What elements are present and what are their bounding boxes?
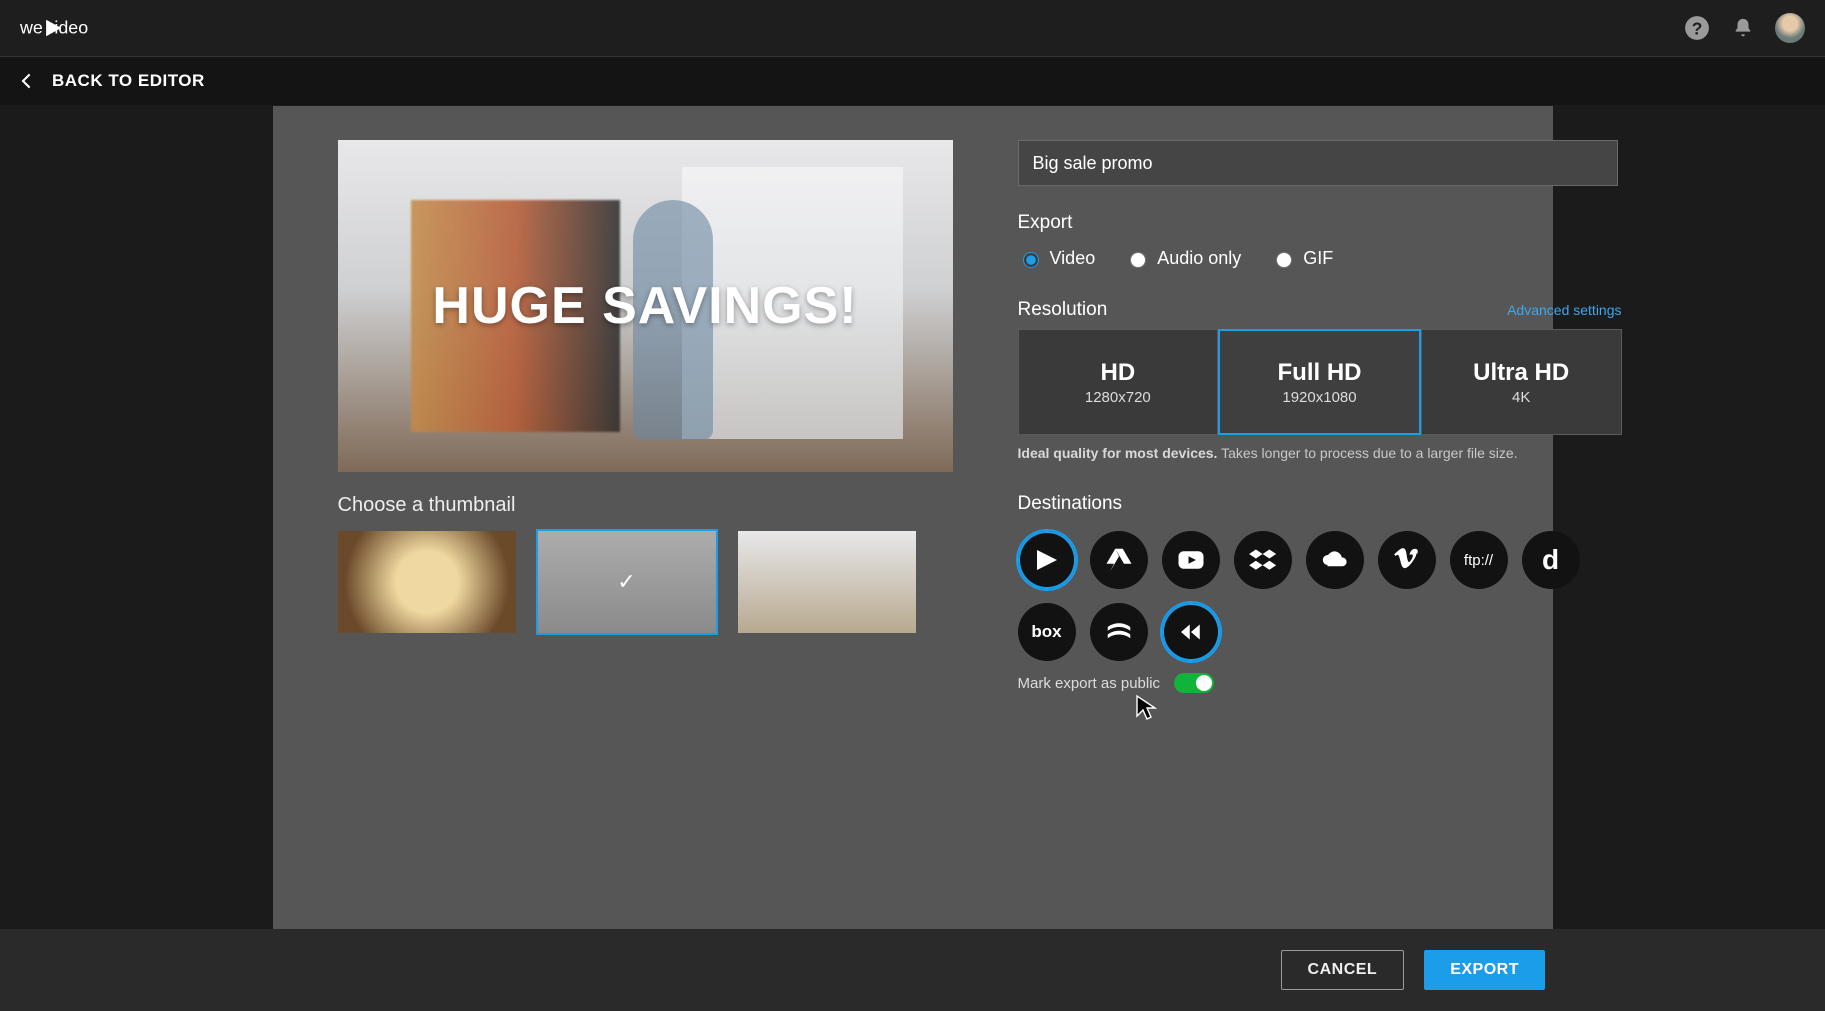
destination-dailymotion[interactable]: d	[1522, 531, 1580, 589]
thumbnail-option[interactable]: ✓	[538, 531, 716, 633]
arrow-left-icon	[18, 71, 38, 91]
thumbnail-list: ✓	[338, 531, 953, 633]
footer-bar: CANCEL EXPORT	[0, 929, 1825, 1011]
export-button[interactable]: EXPORT	[1424, 950, 1545, 990]
notifications-icon[interactable]	[1729, 14, 1757, 42]
video-title-input[interactable]	[1018, 140, 1618, 186]
destination-screencast[interactable]	[1162, 603, 1220, 661]
export-panel: HUGE SAVINGS! Choose a thumbnail ✓ Expor…	[273, 106, 1553, 930]
destination-youtube[interactable]	[1162, 531, 1220, 589]
destination-onedrive[interactable]	[1306, 531, 1364, 589]
destinations-title: Destinations	[1018, 493, 1638, 515]
destination-google-drive[interactable]	[1090, 531, 1148, 589]
export-type-gif[interactable]: GIF	[1271, 248, 1333, 269]
help-icon[interactable]: ?	[1683, 14, 1711, 42]
destinations-list: ftp:// d box	[1018, 531, 1638, 661]
video-preview: HUGE SAVINGS!	[338, 140, 953, 472]
app-header: we ideo ?	[0, 0, 1825, 57]
destination-wevideo[interactable]	[1018, 531, 1076, 589]
advanced-settings-link[interactable]: Advanced settings	[1507, 302, 1621, 318]
radio-input[interactable]	[1276, 252, 1292, 268]
destination-box[interactable]: box	[1018, 603, 1076, 661]
resolution-full-hd[interactable]: Full HD 1920x1080	[1218, 329, 1421, 435]
cancel-button[interactable]: CANCEL	[1281, 950, 1405, 990]
destination-ftp[interactable]: ftp://	[1450, 531, 1508, 589]
header-actions: ?	[1683, 13, 1805, 43]
svg-text:we: we	[20, 18, 43, 38]
export-type-video[interactable]: Video	[1018, 248, 1096, 269]
user-avatar[interactable]	[1775, 13, 1805, 43]
thumbnail-option[interactable]	[738, 531, 916, 633]
app-logo[interactable]: we ideo	[20, 14, 130, 42]
destination-vimeo[interactable]	[1378, 531, 1436, 589]
resolution-note: Ideal quality for most devices. Takes lo…	[1018, 445, 1622, 461]
resolution-title: Resolution	[1018, 299, 1108, 321]
radio-input[interactable]	[1130, 252, 1146, 268]
back-label: BACK TO EDITOR	[52, 71, 205, 91]
mark-public-row: Mark export as public	[1018, 673, 1638, 693]
preview-overlay-text: HUGE SAVINGS!	[432, 276, 857, 336]
mark-public-toggle[interactable]	[1174, 673, 1214, 693]
export-section-title: Export	[1018, 212, 1638, 234]
svg-text:?: ?	[1692, 19, 1703, 39]
destination-dropbox[interactable]	[1234, 531, 1292, 589]
export-type-audio[interactable]: Audio only	[1125, 248, 1241, 269]
resolution-options: HD 1280x720 Full HD 1920x1080 Ultra HD 4…	[1018, 329, 1622, 435]
resolution-hd[interactable]: HD 1280x720	[1018, 329, 1219, 435]
radio-input[interactable]	[1023, 252, 1039, 268]
destination-hudl[interactable]	[1090, 603, 1148, 661]
thumbnail-section-label: Choose a thumbnail	[338, 494, 953, 517]
resolution-ultra-hd[interactable]: Ultra HD 4K	[1421, 329, 1622, 435]
check-icon: ✓	[617, 569, 635, 595]
back-to-editor-button[interactable]: BACK TO EDITOR	[0, 57, 1825, 105]
mark-public-label: Mark export as public	[1018, 675, 1161, 692]
export-type-radios: Video Audio only GIF	[1018, 248, 1638, 269]
thumbnail-option[interactable]	[338, 531, 516, 633]
svg-text:ideo: ideo	[54, 18, 88, 38]
